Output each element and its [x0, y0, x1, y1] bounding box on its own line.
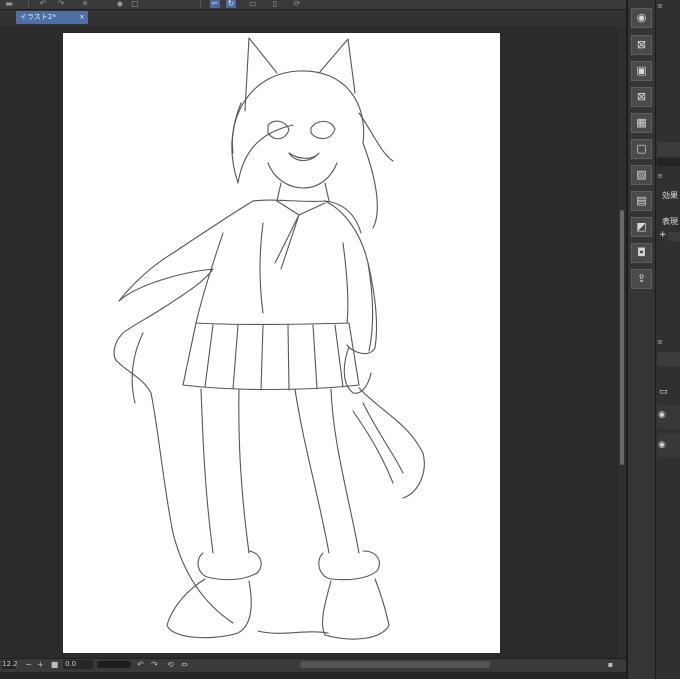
rotate-left-button[interactable]: ↶ [136, 659, 145, 670]
corner-icon: ▪ [607, 660, 614, 669]
expression-select[interactable] [668, 232, 680, 241]
spinner-icon[interactable]: ✳ [80, 0, 90, 8]
save-icon[interactable]: ▣ [631, 61, 652, 81]
eye-icon[interactable]: ◉ [658, 440, 666, 450]
tab-bar [0, 10, 626, 26]
color-gradient[interactable] [657, 158, 680, 166]
reset-rotation-button[interactable]: ⟲ [166, 659, 175, 670]
toolbar-separator [28, 1, 29, 8]
snap-icon[interactable]: ⌐ [210, 0, 220, 8]
layer-toolbar [657, 352, 680, 366]
expression-label: 表現 [662, 217, 678, 226]
document-tab[interactable]: イラスト2* × [16, 11, 88, 24]
undo-icon[interactable]: ↶ [38, 0, 48, 8]
horizontal-scrollbar-thumb[interactable] [300, 661, 490, 668]
close-doc-icon[interactable]: ⊠ [631, 35, 652, 55]
vertical-scrollbar-thumb[interactable] [620, 210, 624, 465]
delete-icon[interactable]: ⊠ [631, 87, 652, 107]
add-icon[interactable]: + [659, 230, 667, 240]
effect-label: 効果 [662, 191, 678, 200]
grid-icon[interactable]: ▦ [631, 113, 652, 133]
transform-icon[interactable]: □ [130, 0, 140, 8]
tab-close-icon[interactable]: × [79, 11, 85, 24]
redo-icon[interactable]: ↷ [56, 0, 66, 8]
panel-header: ≡ [657, 172, 663, 180]
stop-icon[interactable]: ■ [50, 659, 59, 670]
folder-icon[interactable]: ▤ [631, 191, 652, 211]
rotate-right-button[interactable]: ↷ [150, 659, 159, 670]
rotate-icon[interactable]: ⟳ [292, 0, 302, 8]
fill-icon[interactable]: ◆ [115, 0, 125, 8]
document-tab-label: イラスト2* [20, 13, 56, 21]
character-sketch [113, 37, 425, 640]
edit-icon[interactable]: ◩ [631, 217, 652, 237]
zoom-out-button[interactable]: − [24, 659, 33, 670]
layer-icon[interactable]: ▭ [248, 0, 258, 8]
bottom-strip [0, 672, 680, 679]
rotation-angle-value[interactable]: 0.0 [63, 660, 93, 669]
panel-header: ≡ [657, 338, 663, 346]
navigator-icon[interactable]: ◉ [631, 8, 652, 28]
camera-icon[interactable]: ◘ [631, 243, 652, 263]
export-icon[interactable]: ⇪ [631, 269, 652, 289]
clip-icon[interactable]: ▯ [270, 0, 280, 8]
flip-button[interactable]: ⇔ [180, 659, 189, 670]
zoom-value[interactable]: 12.2 [2, 660, 18, 669]
image-icon[interactable]: ▨ [631, 165, 652, 185]
eye-icon[interactable]: ◉ [658, 410, 666, 420]
toolbar-separator [200, 1, 201, 8]
layer-mode-icon[interactable]: ▭ [659, 387, 668, 397]
color-bar[interactable] [657, 142, 680, 156]
top-toolbar: ▬ ↶ ↷ ✳ ◆ □ ⌐ ↻ ▭ ▯ ⟳ [0, 0, 626, 10]
menu-icon[interactable]: ▬ [4, 0, 14, 8]
zoom-in-button[interactable]: + [36, 659, 45, 670]
comment-icon[interactable]: ▢ [631, 139, 652, 159]
drawing-canvas[interactable] [63, 33, 500, 653]
rotation-slider[interactable] [97, 661, 131, 668]
panel-header: ≡ [657, 2, 663, 10]
ruler-icon[interactable]: ↻ [226, 0, 236, 8]
